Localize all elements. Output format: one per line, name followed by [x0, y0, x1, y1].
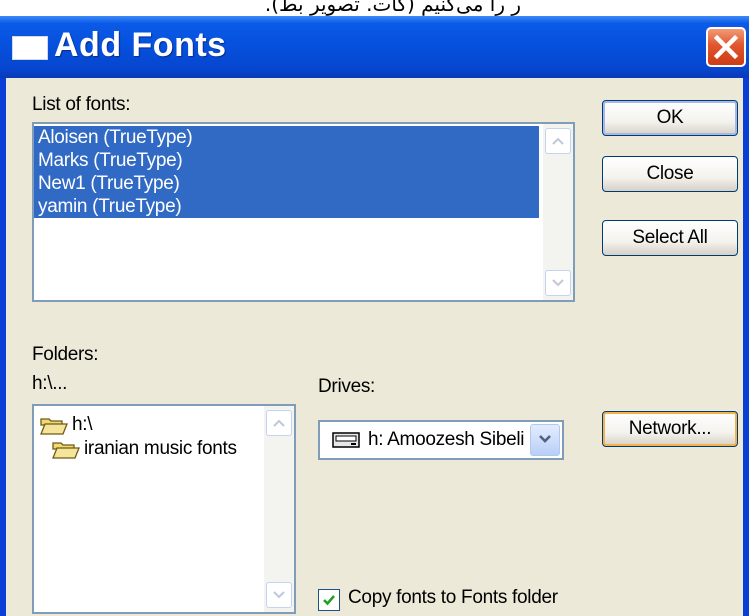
dropdown-button[interactable]: [530, 424, 560, 456]
scroll-up-button[interactable]: [545, 128, 571, 154]
title-bar[interactable]: Add Fonts: [0, 16, 749, 78]
list-of-fonts-label: List of fonts:: [32, 94, 131, 115]
select-all-button[interactable]: Select All: [602, 220, 738, 256]
folder-label: iranian music fonts: [84, 438, 237, 459]
chevron-down-icon: [539, 435, 551, 443]
list-item[interactable]: Aloisen (TrueType): [34, 126, 539, 149]
copy-fonts-label[interactable]: Copy fonts to Fonts folder: [348, 587, 558, 609]
chevron-up-icon: [273, 419, 285, 427]
open-folder-icon: [52, 442, 80, 459]
scroll-down-button[interactable]: [545, 270, 571, 296]
close-x-icon: [713, 34, 739, 60]
folders-scrollbar[interactable]: [264, 406, 294, 612]
background-page-text: ر را می‌کنیم (کات. تصویر بط).: [264, 0, 521, 16]
network-button[interactable]: Network...: [602, 411, 738, 447]
open-folder-icon: [40, 418, 68, 435]
scroll-down-button[interactable]: [266, 582, 292, 608]
fonts-list-scrollbar[interactable]: [543, 124, 573, 300]
background-page-text-strip: ر را می‌کنیم (کات. تصویر بط).: [0, 0, 749, 16]
drives-dropdown[interactable]: h: Amoozesh Sibeli: [318, 420, 564, 460]
checkmark-icon: [323, 595, 335, 606]
window-icon: [12, 36, 48, 60]
chevron-up-icon: [552, 137, 564, 145]
dialog-title: Add Fonts: [54, 26, 227, 64]
folders-listbox[interactable]: h:\ iranian music fonts: [32, 404, 296, 614]
drives-label: Drives:: [318, 376, 376, 397]
ok-button[interactable]: OK: [602, 100, 738, 136]
selected-drive: h: Amoozesh Sibeli: [368, 429, 525, 450]
current-folder-path: h:\...: [32, 373, 68, 394]
fonts-listbox[interactable]: Aloisen (TrueType) Marks (TrueType) New1…: [32, 122, 575, 302]
scroll-up-button[interactable]: [266, 410, 292, 436]
list-item[interactable]: New1 (TrueType): [34, 172, 539, 195]
folders-label: Folders:: [32, 344, 99, 365]
close-window-button[interactable]: [706, 27, 746, 67]
list-item[interactable]: yamin (TrueType): [34, 195, 539, 218]
folder-label: h:\: [72, 414, 93, 435]
list-item[interactable]: Marks (TrueType): [34, 149, 539, 172]
close-button[interactable]: Close: [602, 156, 738, 192]
copy-fonts-checkbox[interactable]: [318, 589, 340, 611]
chevron-down-icon: [273, 591, 285, 599]
drive-icon: [332, 432, 360, 448]
chevron-down-icon: [552, 279, 564, 287]
add-fonts-dialog: Add Fonts List of fonts: Aloisen (TrueTy…: [0, 16, 749, 616]
fonts-list-items: Aloisen (TrueType) Marks (TrueType) New1…: [34, 126, 539, 218]
